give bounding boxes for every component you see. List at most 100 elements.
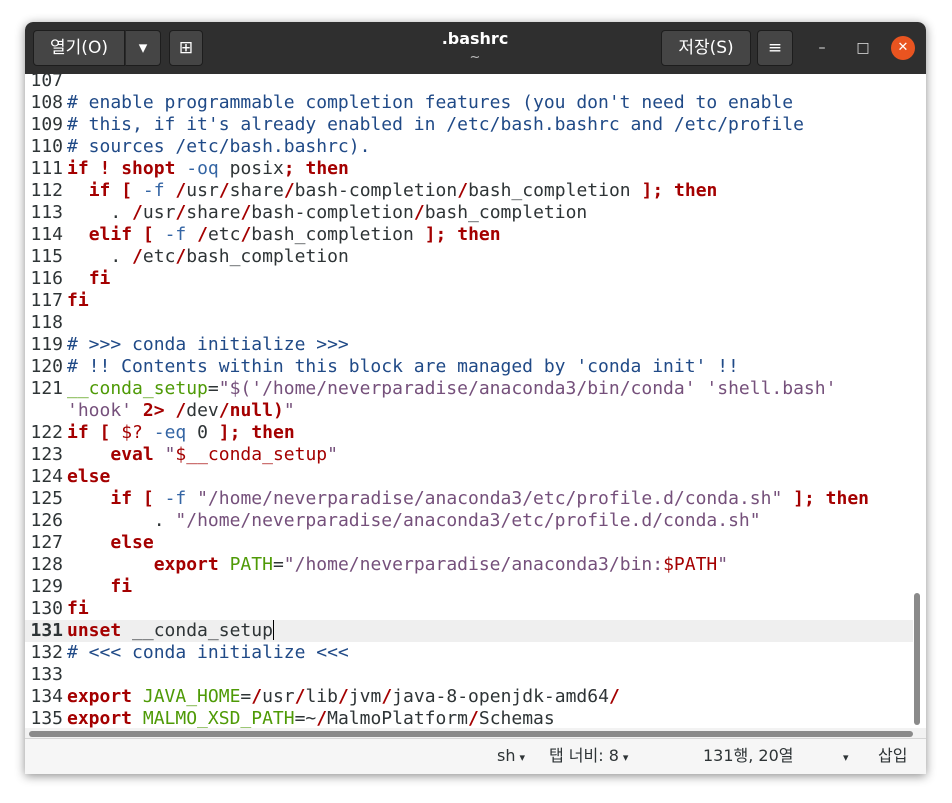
line-number: 118 [30,312,63,333]
code-editor[interactable]: 107 108 # enable programmable completion f… [25,74,926,736]
code-line[interactable]: 114 elif [ -f /etc/bash_completion ]; th… [25,224,913,246]
line-text: fi [88,268,111,289]
code-line[interactable]: 130 fi [25,598,913,620]
line-text: if [ -f /usr/share/bash-completion/bash_… [88,180,718,201]
code-line[interactable]: 122 if [ $? -eq 0 ]; then [25,422,913,444]
line-text: export MALMO_XSD_PATH=~/MalmoPlatform/Sc… [67,708,555,729]
line-number: 110 [30,136,63,157]
text-cursor [272,620,274,640]
line-text: eval "$__conda_setup" [110,444,338,465]
tab-width-label: 탭 너비: 8 [549,746,619,765]
line-text: 'hook' 2> /dev/null)" [67,400,295,421]
line-number: 127 [30,532,63,553]
code-line[interactable]: 128 export PATH="/home/neverparadise/ana… [25,554,913,576]
code-line[interactable]: 134 export JAVA_HOME=/usr/lib/jvm/java-8-… [25,686,913,708]
line-number: 114 [30,224,63,245]
code-line[interactable]: 110 # sources /etc/bash.bashrc). [25,136,913,158]
cursor-position-selector[interactable]: 131행, 20열 [703,745,794,767]
hamburger-menu-button[interactable]: ≡ [757,30,793,66]
code-line[interactable]: 124 else [25,466,913,488]
window-subtitle: ~ [469,50,481,65]
code-line[interactable]: 112 if [ -f /usr/share/bash-completion/b… [25,180,913,202]
line-text: export JAVA_HOME=/usr/lib/jvm/java-8-ope… [67,686,620,707]
code-line[interactable]: 119 # >>> conda initialize >>> [25,334,913,356]
cursor-position-label: 131행, 20열 [703,746,794,765]
code-line[interactable]: 121 __conda_setup="$('/home/neverparadise… [25,378,913,400]
language-label: sh [497,746,516,765]
open-button[interactable]: 열기(O) [33,30,125,66]
open-dropdown-button[interactable]: ▾ [125,30,161,66]
line-text: if [ -f "/home/neverparadise/anaconda3/e… [110,488,870,509]
line-number: 121 [30,378,63,399]
maximize-icon: □ [856,40,870,56]
code-line[interactable]: 115 . /etc/bash_completion [25,246,913,268]
line-number: 117 [30,290,63,311]
line-number: 116 [30,268,63,289]
close-icon: ✕ [897,40,909,55]
chevron-down-icon: ▾ [138,38,148,58]
code-line[interactable]: 109 # this, if it's already enabled in /e… [25,114,913,136]
code-line[interactable]: 116 fi [25,268,913,290]
code-line[interactable]: 113 . /usr/share/bash-completion/bash_co… [25,202,913,224]
code-line[interactable]: 127 else [25,532,913,554]
minimize-button[interactable]: – [810,36,834,60]
line-number: 112 [30,180,63,201]
code-line[interactable]: 129 fi [25,576,913,598]
line-number: 133 [30,664,63,685]
line-number: 135 [30,708,63,729]
code-line[interactable]: 117 fi [25,290,913,312]
line-number: 109 [30,114,63,135]
code-line[interactable]: 107 [25,74,913,92]
position-dropdown-button[interactable]: ▾ [839,745,849,769]
line-number: 123 [30,444,63,465]
code-line[interactable]: 125 if [ -f "/home/neverparadise/anacond… [25,488,913,510]
line-text: if ! shopt -oq posix; then [67,158,349,179]
line-text: . /etc/bash_completion [110,246,349,267]
line-text: export PATH="/home/neverparadise/anacond… [153,554,729,575]
code-line[interactable]: 108 # enable programmable completion feat… [25,92,913,114]
line-number: 113 [30,202,63,223]
line-text: __conda_setup="$('/home/neverparadise/an… [67,378,837,399]
line-text: # enable programmable completion feature… [67,92,794,113]
save-button[interactable]: 저장(S) [661,30,751,66]
new-document-button[interactable]: ⊞ [169,30,203,66]
line-number: 129 [30,576,63,597]
tab-width-selector[interactable]: 탭 너비: 8 ▾ [549,745,628,769]
line-text: fi [110,576,133,597]
code-line[interactable]: 111 if ! shopt -oq posix; then [25,158,913,180]
vertical-scrollbar[interactable] [914,593,920,725]
status-bar: sh ▾ 탭 너비: 8 ▾ 131행, 20열 ▾ 삽입 [25,738,926,774]
line-text: else [67,466,111,487]
code-line[interactable]: 126 . "/home/neverparadise/anaconda3/etc… [25,510,913,532]
code-line[interactable]: 118 [25,312,913,334]
horizontal-scrollbar[interactable] [29,731,913,737]
code-line[interactable]: 131 unset __conda_setup [25,620,913,642]
line-text: else [110,532,154,553]
line-text: fi [67,290,89,311]
code-line[interactable]: 'hook' 2> /dev/null)" [25,400,913,422]
line-number: 128 [30,554,63,575]
line-text: . "/home/neverparadise/anaconda3/etc/pro… [153,510,761,531]
line-text: if [ $? -eq 0 ]; then [67,422,295,443]
line-text: . /usr/share/bash-completion/bash_comple… [110,202,588,223]
chevron-down-icon: ▾ [843,751,849,764]
line-number: 111 [30,158,63,179]
maximize-button[interactable]: □ [851,36,875,60]
line-number: 124 [30,466,63,487]
line-text: # <<< conda initialize <<< [67,642,349,663]
line-number: 130 [30,598,63,619]
code-line[interactable]: 133 [25,664,913,686]
code-line[interactable]: 123 eval "$__conda_setup" [25,444,913,466]
language-selector[interactable]: sh ▾ [497,745,525,769]
line-text: # >>> conda initialize >>> [67,334,349,355]
window-title: .bashrc [441,29,509,48]
text-editor-window: 열기(O) ▾ ⊞ .bashrc ~ 저장(S) ≡ – □ ✕ 107 108… [25,22,926,774]
line-number: 122 [30,422,63,443]
window-title-block: .bashrc ~ [325,28,625,66]
code-line[interactable]: 120 # !! Contents within this block are m… [25,356,913,378]
line-number: 119 [30,334,63,355]
line-number: 132 [30,642,63,663]
close-button[interactable]: ✕ [891,36,915,60]
code-line[interactable]: 135 export MALMO_XSD_PATH=~/MalmoPlatform… [25,708,913,730]
code-line[interactable]: 132 # <<< conda initialize <<< [25,642,913,664]
